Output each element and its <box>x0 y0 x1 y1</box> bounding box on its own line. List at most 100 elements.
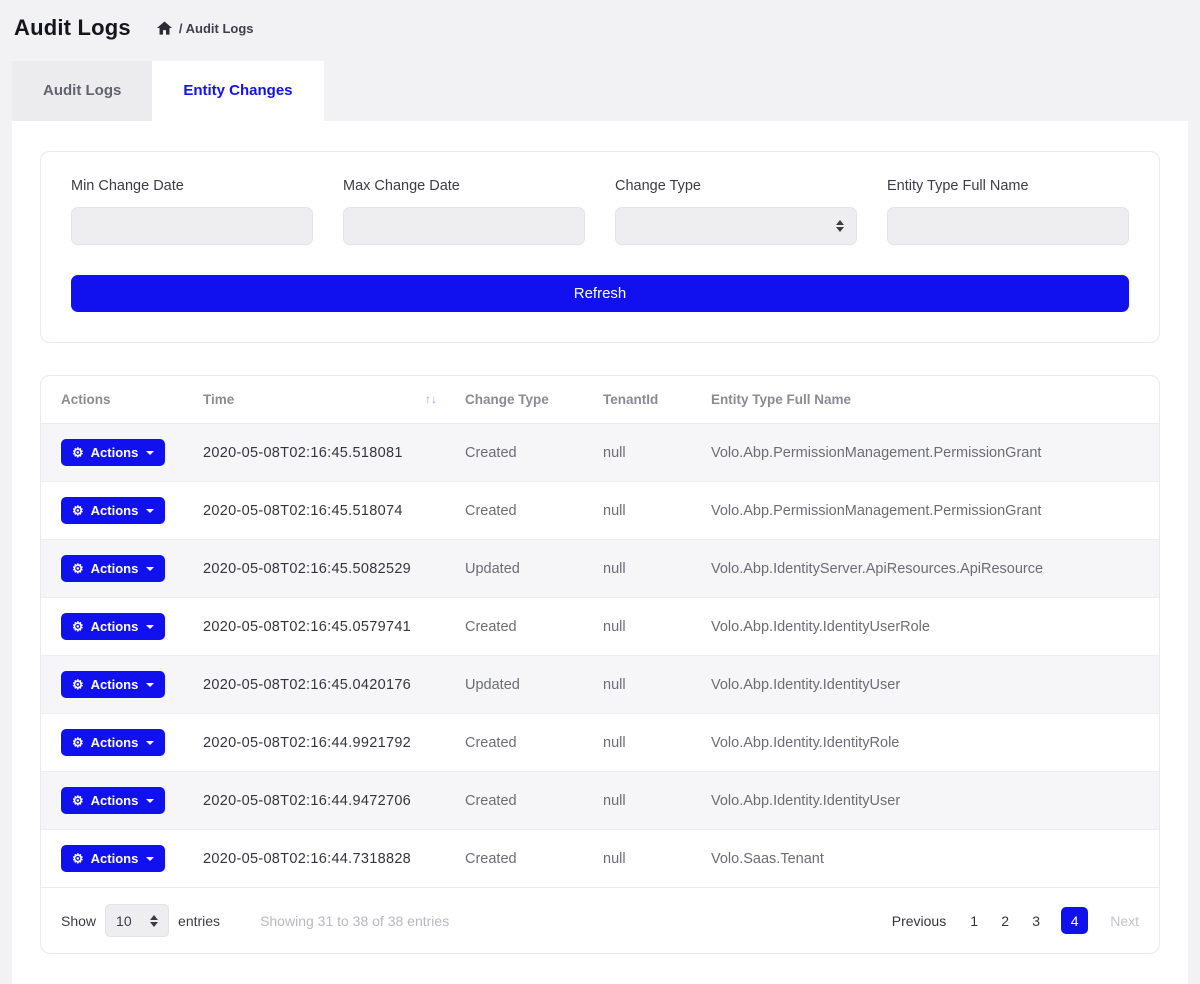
pagination-page-2[interactable]: 2 <box>999 913 1011 929</box>
entity-type-full-name-input[interactable] <box>887 207 1129 245</box>
tab-entity-changes[interactable]: Entity Changes <box>152 61 323 121</box>
table-card: Actions Time ↑↓ Change Type TenantId Ent… <box>40 375 1160 954</box>
entity-type-full-name-label: Entity Type Full Name <box>887 178 1129 194</box>
gear-icon: ⚙ <box>72 678 84 691</box>
page-size-value: 10 <box>116 913 132 929</box>
table-row: ⚙ Actions 2020-05-08T02:16:45.0420176 Up… <box>41 656 1159 714</box>
tab-bar: Audit Logs Entity Changes <box>12 61 1188 121</box>
col-header-entity-type: Entity Type Full Name <box>697 376 1159 424</box>
col-header-actions: Actions <box>41 376 189 424</box>
min-change-date-label: Min Change Date <box>71 178 313 194</box>
caret-down-icon <box>146 451 154 455</box>
min-change-date-input[interactable] <box>71 207 313 245</box>
tenantid-cell: null <box>589 772 697 830</box>
time-cell: 2020-05-08T02:16:44.7318828 <box>189 830 451 888</box>
sort-icon[interactable]: ↑↓ <box>425 392 437 406</box>
row-actions-button[interactable]: ⚙ Actions <box>61 555 165 582</box>
row-actions-button-label: Actions <box>91 445 139 460</box>
home-icon[interactable] <box>157 21 172 35</box>
show-label: Show <box>61 913 96 929</box>
pagination-page-4[interactable]: 4 <box>1061 907 1088 934</box>
caret-down-icon <box>146 857 154 861</box>
caret-down-icon <box>146 625 154 629</box>
change-type-cell: Created <box>451 830 589 888</box>
filter-max-change-date: Max Change Date <box>343 178 585 245</box>
change-type-cell: Created <box>451 482 589 540</box>
entity-changes-table: Actions Time ↑↓ Change Type TenantId Ent… <box>41 376 1159 888</box>
pagination-page-3[interactable]: 3 <box>1030 913 1042 929</box>
change-type-cell: Updated <box>451 540 589 598</box>
row-actions-button[interactable]: ⚙ Actions <box>61 845 165 872</box>
table-footer: Show 10 entries Showing 31 to 38 of 38 e… <box>41 888 1159 953</box>
caret-down-icon <box>146 799 154 803</box>
row-actions-button-label: Actions <box>91 851 139 866</box>
select-arrows-icon <box>836 220 844 232</box>
change-type-label: Change Type <box>615 178 857 194</box>
tab-audit-logs[interactable]: Audit Logs <box>12 61 152 121</box>
row-actions-button-label: Actions <box>91 735 139 750</box>
filter-entity-type-full-name: Entity Type Full Name <box>887 178 1129 245</box>
row-actions-button[interactable]: ⚙ Actions <box>61 729 165 756</box>
refresh-button[interactable]: Refresh <box>71 275 1129 312</box>
page-size-select[interactable]: 10 <box>105 904 169 937</box>
row-actions-button-label: Actions <box>91 503 139 518</box>
col-header-change-type: Change Type <box>451 376 589 424</box>
caret-down-icon <box>146 567 154 571</box>
change-type-cell: Created <box>451 714 589 772</box>
select-arrows-icon <box>150 915 158 927</box>
max-change-date-input[interactable] <box>343 207 585 245</box>
pagination-page-1[interactable]: 1 <box>968 913 980 929</box>
entity-type-cell: Volo.Abp.Identity.IdentityUser <box>697 656 1159 714</box>
pagination: Previous 1 2 3 4 Next <box>892 907 1139 934</box>
pagination-previous[interactable]: Previous <box>892 913 946 929</box>
col-header-time[interactable]: Time ↑↓ <box>189 376 451 424</box>
entity-type-cell: Volo.Saas.Tenant <box>697 830 1159 888</box>
tenantid-cell: null <box>589 714 697 772</box>
row-actions-button-label: Actions <box>91 793 139 808</box>
entity-type-cell: Volo.Abp.Identity.IdentityRole <box>697 714 1159 772</box>
gear-icon: ⚙ <box>72 446 84 459</box>
breadcrumb-path: / Audit Logs <box>179 21 254 36</box>
tenantid-cell: null <box>589 598 697 656</box>
breadcrumb: / Audit Logs <box>157 21 254 36</box>
row-actions-button[interactable]: ⚙ Actions <box>61 787 165 814</box>
gear-icon: ⚙ <box>72 620 84 633</box>
tenantid-cell: null <box>589 482 697 540</box>
change-type-cell: Created <box>451 772 589 830</box>
gear-icon: ⚙ <box>72 852 84 865</box>
entity-type-cell: Volo.Abp.PermissionManagement.Permission… <box>697 424 1159 482</box>
pagination-next[interactable]: Next <box>1110 913 1139 929</box>
table-row: ⚙ Actions 2020-05-08T02:16:45.0579741 Cr… <box>41 598 1159 656</box>
row-actions-button-label: Actions <box>91 561 139 576</box>
row-actions-button[interactable]: ⚙ Actions <box>61 497 165 524</box>
time-cell: 2020-05-08T02:16:45.0420176 <box>189 656 451 714</box>
table-row: ⚙ Actions 2020-05-08T02:16:44.9921792 Cr… <box>41 714 1159 772</box>
entity-type-cell: Volo.Abp.IdentityServer.ApiResources.Api… <box>697 540 1159 598</box>
change-type-cell: Updated <box>451 656 589 714</box>
filter-min-change-date: Min Change Date <box>71 178 313 245</box>
tenantid-cell: null <box>589 540 697 598</box>
change-type-cell: Created <box>451 424 589 482</box>
row-actions-button[interactable]: ⚙ Actions <box>61 439 165 466</box>
change-type-select[interactable] <box>615 207 857 245</box>
pagination-pages: 1 2 3 4 <box>968 907 1088 934</box>
row-actions-button[interactable]: ⚙ Actions <box>61 671 165 698</box>
entity-type-cell: Volo.Abp.Identity.IdentityUser <box>697 772 1159 830</box>
table-body: ⚙ Actions 2020-05-08T02:16:45.518081 Cre… <box>41 424 1159 888</box>
time-cell: 2020-05-08T02:16:45.5082529 <box>189 540 451 598</box>
row-actions-button[interactable]: ⚙ Actions <box>61 613 165 640</box>
table-row: ⚙ Actions 2020-05-08T02:16:44.7318828 Cr… <box>41 830 1159 888</box>
tenantid-cell: null <box>589 830 697 888</box>
gear-icon: ⚙ <box>72 562 84 575</box>
gear-icon: ⚙ <box>72 736 84 749</box>
showing-text: Showing 31 to 38 of 38 entries <box>260 913 449 929</box>
max-change-date-label: Max Change Date <box>343 178 585 194</box>
time-cell: 2020-05-08T02:16:45.0579741 <box>189 598 451 656</box>
gear-icon: ⚙ <box>72 504 84 517</box>
time-cell: 2020-05-08T02:16:44.9472706 <box>189 772 451 830</box>
row-actions-button-label: Actions <box>91 677 139 692</box>
table-row: ⚙ Actions 2020-05-08T02:16:45.518074 Cre… <box>41 482 1159 540</box>
entries-label: entries <box>178 913 220 929</box>
time-cell: 2020-05-08T02:16:45.518074 <box>189 482 451 540</box>
page-header: Audit Logs / Audit Logs <box>0 0 1200 52</box>
